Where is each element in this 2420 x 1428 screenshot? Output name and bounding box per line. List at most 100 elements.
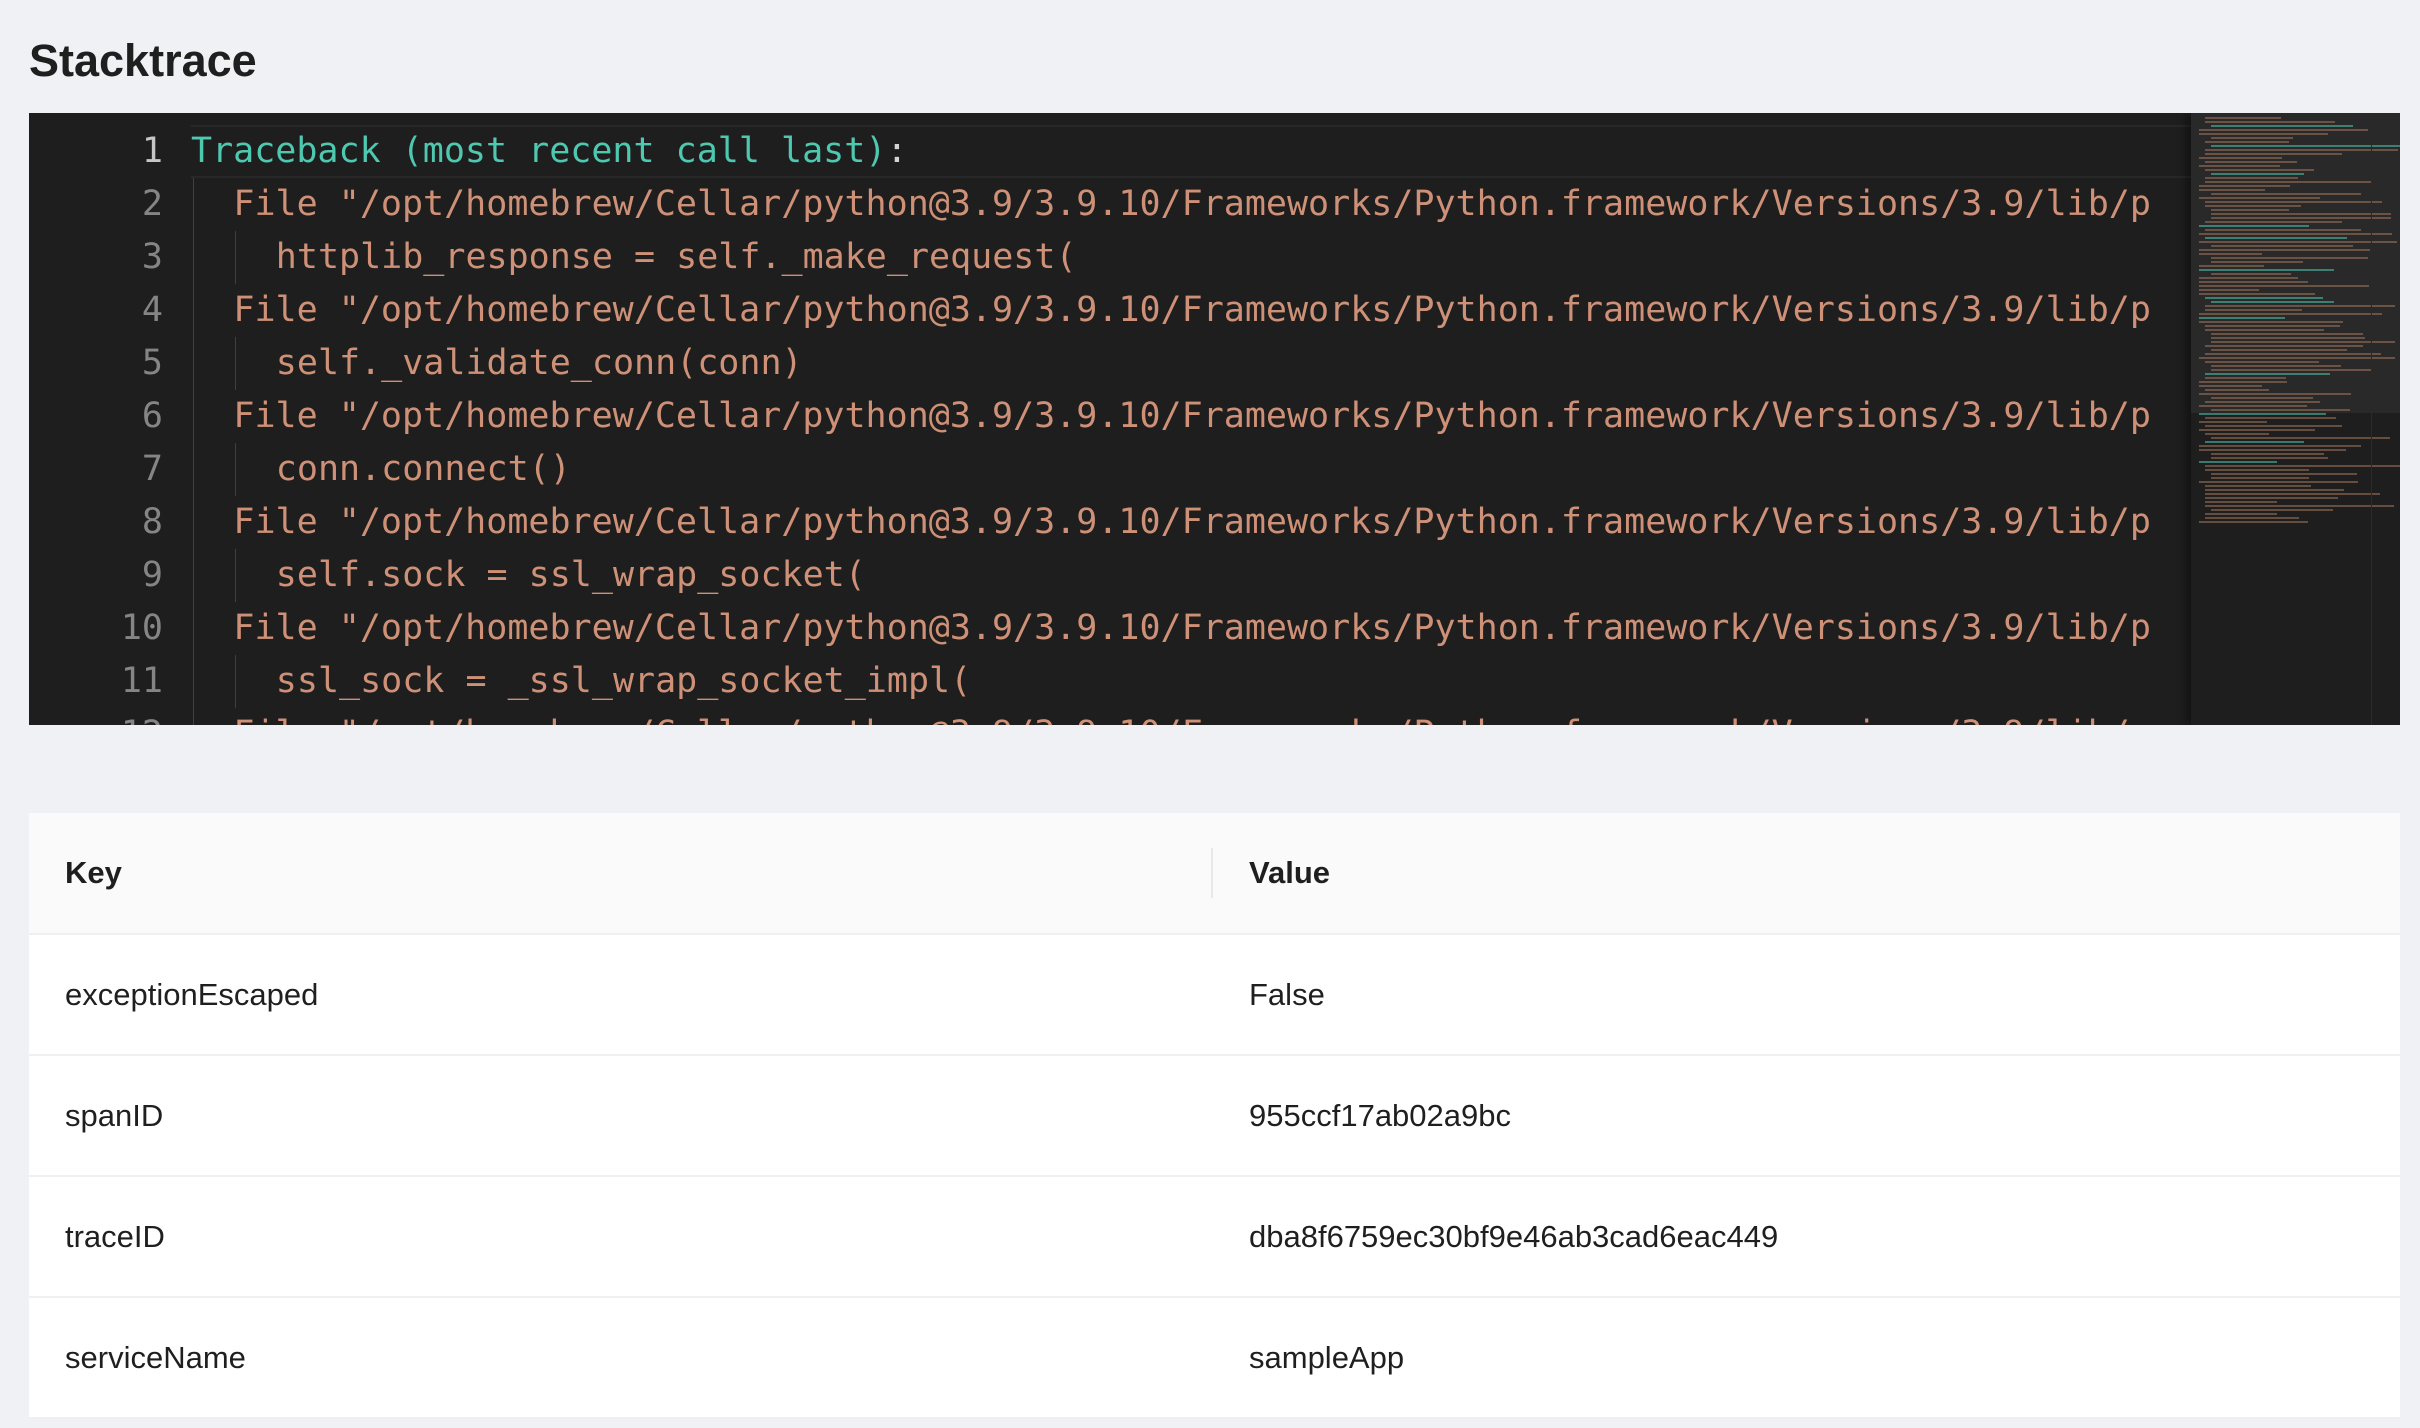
code-line: File "/opt/homebrew/Cellar/python@3.9/3.…	[233, 178, 2151, 231]
minimap-line	[2205, 325, 2340, 327]
minimap-line	[2205, 389, 2269, 391]
minimap-line	[2205, 169, 2314, 171]
indent-guide	[235, 337, 237, 390]
minimap-line	[2211, 193, 2361, 195]
minimap-line	[2211, 369, 2372, 371]
minimap-line	[2211, 333, 2363, 335]
minimap-line	[2211, 301, 2334, 303]
minimap-line	[2205, 441, 2304, 443]
indent-guide	[235, 655, 237, 708]
line-number: 11	[120, 661, 163, 701]
code-line-text: conn.connect()	[275, 449, 571, 489]
minimap[interactable]	[2191, 113, 2400, 725]
minimap-line	[2211, 245, 2353, 247]
code-area[interactable]: Traceback (most recent call last): File "…	[191, 113, 2191, 725]
line-number: 2	[141, 184, 163, 224]
minimap-line	[2199, 393, 2351, 395]
minimap-line	[2211, 173, 2304, 175]
minimap-line	[2205, 309, 2302, 311]
minimap-line	[2205, 489, 2344, 491]
stacktrace-code-editor[interactable]: 123456789101112 Traceback (most recent c…	[29, 113, 2400, 725]
minimap-line	[2211, 477, 2309, 479]
minimap-line	[2199, 225, 2309, 227]
minimap-line	[2211, 125, 2353, 127]
minimap-line	[2205, 469, 2309, 471]
minimap-line	[2205, 181, 2371, 183]
code-line: self._validate_conn(conn)	[276, 337, 803, 390]
indent-guide	[193, 390, 194, 443]
minimap-line	[2199, 317, 2285, 319]
minimap-line	[2199, 421, 2267, 423]
minimap-line	[2199, 357, 2395, 359]
indent-guide	[193, 284, 194, 337]
minimap-line	[2199, 449, 2346, 451]
minimap-line	[2211, 365, 2341, 367]
code-line: httplib_response = self._make_request(	[276, 231, 1077, 284]
indent-guide	[235, 443, 237, 496]
editor-vertical-scrollbar[interactable]	[2371, 113, 2400, 725]
minimap-line	[2205, 177, 2298, 179]
indent-guide	[193, 496, 194, 549]
minimap-line	[2205, 149, 2398, 151]
code-line-text: File "/opt/homebrew/Cellar/python@3.9/3.…	[233, 184, 2151, 224]
table-header-row: Key Value	[29, 813, 2400, 935]
minimap-line	[2211, 409, 2350, 411]
value-cell: dba8f6759ec30bf9e46ab3cad6eac449	[1213, 1176, 2400, 1298]
table-row: spanID 955ccf17ab02a9bc	[29, 1055, 2400, 1177]
minimap-line	[2211, 257, 2368, 259]
minimap-line	[2199, 185, 2290, 187]
minimap-line	[2199, 285, 2369, 287]
minimap-line	[2211, 217, 2391, 219]
indent-guide	[193, 708, 194, 725]
minimap-line	[2199, 197, 2320, 199]
stacktrace-title: Stacktrace	[29, 35, 257, 86]
code-line: File "/opt/homebrew/Cellar/python@3.9/3.…	[233, 602, 2151, 655]
minimap-line	[2205, 305, 2395, 307]
minimap-line	[2211, 349, 2347, 351]
value-cell: sampleApp	[1213, 1297, 2400, 1419]
line-number: 10	[120, 608, 163, 648]
minimap-line	[2199, 265, 2264, 267]
minimap-line	[2205, 417, 2336, 419]
value-cell: 955ccf17ab02a9bc	[1213, 1055, 2400, 1177]
line-number-gutter: 123456789101112	[29, 113, 191, 725]
minimap-line	[2205, 497, 2338, 499]
line-number: 8	[141, 502, 163, 542]
minimap-line	[2199, 133, 2328, 135]
minimap-line	[2205, 121, 2335, 123]
minimap-line	[2205, 205, 2301, 207]
minimap-line	[2199, 233, 2392, 235]
table-row: serviceName sampleApp	[29, 1297, 2400, 1419]
minimap-line	[2199, 481, 2358, 483]
minimap-line	[2211, 213, 2391, 215]
code-line: self.sock = ssl_wrap_socket(	[276, 549, 866, 602]
line-number: 9	[141, 555, 163, 595]
code-line-text: File "/opt/homebrew/Cellar/python@3.9/3.…	[233, 502, 2151, 542]
minimap-line	[2199, 429, 2315, 431]
code-line-text: File "/opt/homebrew/Cellar/python@3.9/3.…	[233, 608, 2151, 648]
indent-guide	[193, 655, 194, 708]
minimap-line	[2205, 117, 2281, 119]
minimap-line	[2205, 353, 2381, 355]
minimap-line	[2199, 381, 2287, 383]
attributes-table: Key Value exceptionEscaped False spanID …	[29, 813, 2400, 1419]
minimap-line	[2199, 189, 2265, 191]
minimap-line	[2211, 437, 2390, 439]
minimap-line	[2205, 161, 2297, 163]
value-cell: False	[1213, 934, 2400, 1056]
minimap-line	[2205, 513, 2277, 515]
indent-guide	[193, 443, 194, 496]
minimap-line	[2211, 261, 2303, 263]
minimap-line	[2199, 249, 2370, 251]
minimap-line	[2205, 361, 2319, 363]
table-row: exceptionEscaped False	[29, 934, 2400, 1056]
minimap-line	[2211, 509, 2333, 511]
minimap-line	[2205, 141, 2289, 143]
minimap-line	[2205, 153, 2342, 155]
minimap-line	[2199, 313, 2382, 315]
minimap-line	[2199, 277, 2298, 279]
minimap-line	[2205, 505, 2394, 507]
code-line-text: File "/opt/homebrew/Cellar/python@3.9/3.…	[233, 290, 2151, 330]
key-cell: exceptionEscaped	[29, 934, 1213, 1056]
code-line-text: Traceback (most recent call last)	[191, 131, 887, 171]
